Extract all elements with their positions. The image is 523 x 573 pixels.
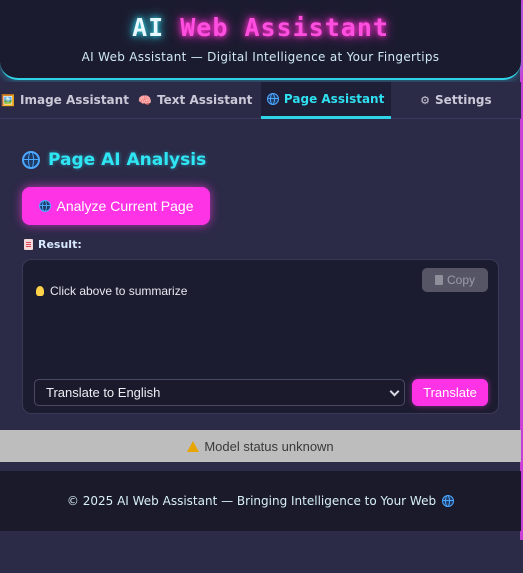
footer-text: © 2025 AI Web Assistant — Bringing Intel…: [66, 494, 437, 508]
model-status-text: Model status unknown: [204, 438, 334, 454]
translate-button-label: Translate: [423, 385, 477, 400]
globe-icon: [22, 151, 40, 169]
app-title-part2: Web Assistant: [180, 13, 389, 42]
globe-icon: [442, 494, 455, 507]
warning-icon: [187, 440, 200, 452]
globe-icon: [38, 199, 51, 212]
globe-icon: [266, 92, 279, 105]
result-label-text: Result:: [38, 238, 82, 251]
analyze-page-button[interactable]: Analyze Current Page: [22, 187, 210, 225]
app-title-part1: AI: [132, 13, 165, 42]
document-icon: [24, 239, 33, 250]
language-select-value: Translate to English: [46, 385, 161, 400]
result-label: Result:: [24, 238, 82, 251]
clipboard-icon: [434, 275, 443, 285]
brain-icon: 🧠: [138, 93, 153, 107]
tab-label: Text Assistant: [157, 93, 253, 107]
tab-label: Page Assistant: [283, 92, 385, 106]
chevron-down-icon: [389, 386, 400, 397]
tab-bar: 🖼️ Image Assistant 🧠 Text Assistant Page…: [0, 82, 521, 119]
app-subtitle: AI Web Assistant — Digital Intelligence …: [81, 50, 440, 64]
app-header: AI Web Assistant AI Web Assistant — Digi…: [0, 0, 521, 80]
lightbulb-icon: [36, 286, 44, 296]
gear-icon: ⚙: [420, 93, 430, 107]
tab-page-assistant[interactable]: Page Assistant: [260, 82, 391, 119]
analyze-button-label: Analyze Current Page: [56, 198, 194, 214]
app-title: AI Web Assistant: [0, 13, 521, 42]
tab-text-assistant[interactable]: 🧠 Text Assistant: [130, 82, 261, 119]
footer: © 2025 AI Web Assistant — Bringing Intel…: [0, 471, 521, 531]
section-title-text: Page AI Analysis: [48, 150, 207, 170]
tab-image-assistant[interactable]: 🖼️ Image Assistant: [0, 82, 131, 119]
tab-label: Settings: [434, 93, 492, 107]
model-status-bar: Model status unknown: [0, 430, 521, 462]
copy-button-label: Copy: [446, 273, 475, 287]
tab-label: Image Assistant: [20, 93, 129, 107]
image-icon: 🖼️: [1, 93, 16, 107]
translate-button[interactable]: Translate: [412, 379, 488, 406]
result-panel: Copy Click above to summarize Translate …: [22, 259, 499, 414]
tab-settings[interactable]: ⚙ Settings: [390, 82, 521, 119]
result-text-value: Click above to summarize: [50, 284, 188, 298]
copy-button[interactable]: Copy: [422, 268, 488, 292]
language-select[interactable]: Translate to English: [34, 379, 405, 406]
result-text: Click above to summarize: [36, 284, 187, 298]
section-title: Page AI Analysis: [22, 150, 206, 170]
